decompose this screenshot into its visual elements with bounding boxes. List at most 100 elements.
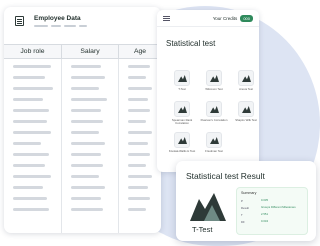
test-label: Wilcoxon Test [205,87,223,91]
table-cell-placeholder [71,98,107,101]
summary-row: P 0.035 [241,197,303,204]
test-label: T-Test [178,87,186,91]
test-tile-shapiro-wilk[interactable]: Shapiro Wilk Test [231,101,261,127]
summary-value: Groups Different Milestones [261,204,296,209]
chart-icon [206,101,222,117]
column-salary [62,59,119,233]
table-cell-placeholder [13,208,49,211]
chart-icon [206,132,222,148]
table-cell-placeholder [13,109,49,112]
table-cell-placeholder [128,87,152,90]
table-cell-placeholder [128,175,152,178]
column-header-salary[interactable]: Salary [62,45,119,58]
column-job-role [4,59,62,233]
employee-data-card: Employee Data Job role Salary Age [4,7,161,233]
employee-card-subtitle-placeholder [34,25,87,27]
summary-row: T 2.551 [241,211,303,218]
panel-top-bar: Your Credits 000 [157,10,259,27]
document-icon [15,16,24,26]
table-cell-placeholder [128,65,150,68]
table-cell-placeholder [13,164,45,167]
summary-key: Result [241,205,249,210]
menu-icon[interactable] [163,15,170,21]
table-cell-placeholder [13,186,43,189]
summary-value: 2.551 [261,211,268,216]
table-cell-placeholder [71,197,101,200]
table-cell-placeholder [13,175,51,178]
table-cell-placeholder [13,142,41,145]
column-header-job-role[interactable]: Job role [4,45,62,58]
table-cell-placeholder [128,76,146,79]
table-cell-placeholder [128,186,148,189]
table-cell-placeholder [128,164,146,167]
table-cell-placeholder [71,208,103,211]
table-body [4,59,161,233]
table-cell-placeholder [71,153,101,156]
table-cell-placeholder [128,197,150,200]
chart-icon [238,101,254,117]
statistical-test-panel: Your Credits 000 Statistical test T-Test… [157,10,259,172]
test-tile-spearman[interactable]: Spearman Rank Correlation [167,101,197,127]
column-header-age[interactable]: Age [119,45,161,58]
summary-row: DF 0.034 [241,218,303,225]
test-result-card: Statistical test Result T-Test Summary P… [176,161,316,241]
summary-key: T [241,212,243,217]
summary-value: 0.035 [261,197,268,202]
chart-icon [174,101,190,117]
test-tile-kruskal-wallis[interactable]: Kruskal-Wallis H Test [167,132,197,158]
test-label: Pearson's Correlation [200,118,228,122]
table-cell-placeholder [128,98,148,101]
table-cell-placeholder [13,76,45,79]
chart-icon [174,70,190,86]
table-cell-placeholder [13,87,53,90]
test-tile-anova[interactable]: Anova Test [231,70,261,96]
summary-key: P [241,198,243,203]
test-tile-t-test[interactable]: T-Test [167,70,197,96]
chart-icon [238,70,254,86]
test-tile-pearson[interactable]: Pearson's Correlation [199,101,229,127]
test-tile-friedman[interactable]: Friedman Test [199,132,229,158]
table-cell-placeholder [13,197,47,200]
result-test-name: T-Test [192,225,213,234]
column-age [119,59,161,233]
summary-row: Result Groups Different Milestones [241,204,303,211]
summary-value: 0.034 [261,218,268,223]
table-cell-placeholder [128,120,146,123]
employee-card-title: Employee Data [34,15,81,22]
table-cell-placeholder [71,186,105,189]
table-cell-placeholder [13,65,51,68]
table-cell-placeholder [128,131,152,134]
table-cell-placeholder [128,153,150,156]
table-cell-placeholder [13,153,49,156]
table-cell-placeholder [71,131,99,134]
table-cell-placeholder [128,208,146,211]
table-header: Job role Salary Age [4,44,161,59]
table-cell-placeholder [71,120,103,123]
table-cell-placeholder [128,142,148,145]
table-cell-placeholder [71,175,99,178]
table-cell-placeholder [13,131,51,134]
table-cell-placeholder [71,87,99,90]
test-label: Shapiro Wilk Test [235,118,257,122]
table-cell-placeholder [71,164,103,167]
test-label: Anova Test [239,87,253,91]
test-label: Spearman Rank Correlation [171,118,193,126]
result-summary: Summary P 0.035 Result Groups Different … [236,187,308,235]
chart-icon [206,70,222,86]
credits-badge: 000 [240,14,253,22]
test-grid: T-Test Wilcoxon Test Anova Test Spearman… [157,58,259,158]
table-cell-placeholder [128,109,150,112]
result-title: Statistical test Result [186,171,265,181]
table-cell-placeholder [13,120,47,123]
test-label: Kruskal-Wallis H Test [168,149,196,153]
summary-heading: Summary [241,191,257,195]
employee-card-header: Employee Data [4,7,161,35]
table-cell-placeholder [71,142,105,145]
table-cell-placeholder [13,98,43,101]
statistical-test-title: Statistical test [166,39,216,48]
test-label: Friedman Test [205,149,223,153]
test-tile-wilcoxon[interactable]: Wilcoxon Test [199,70,229,96]
employee-table: Job role Salary Age [4,44,161,233]
chart-icon [190,193,226,221]
chart-icon [174,132,190,148]
